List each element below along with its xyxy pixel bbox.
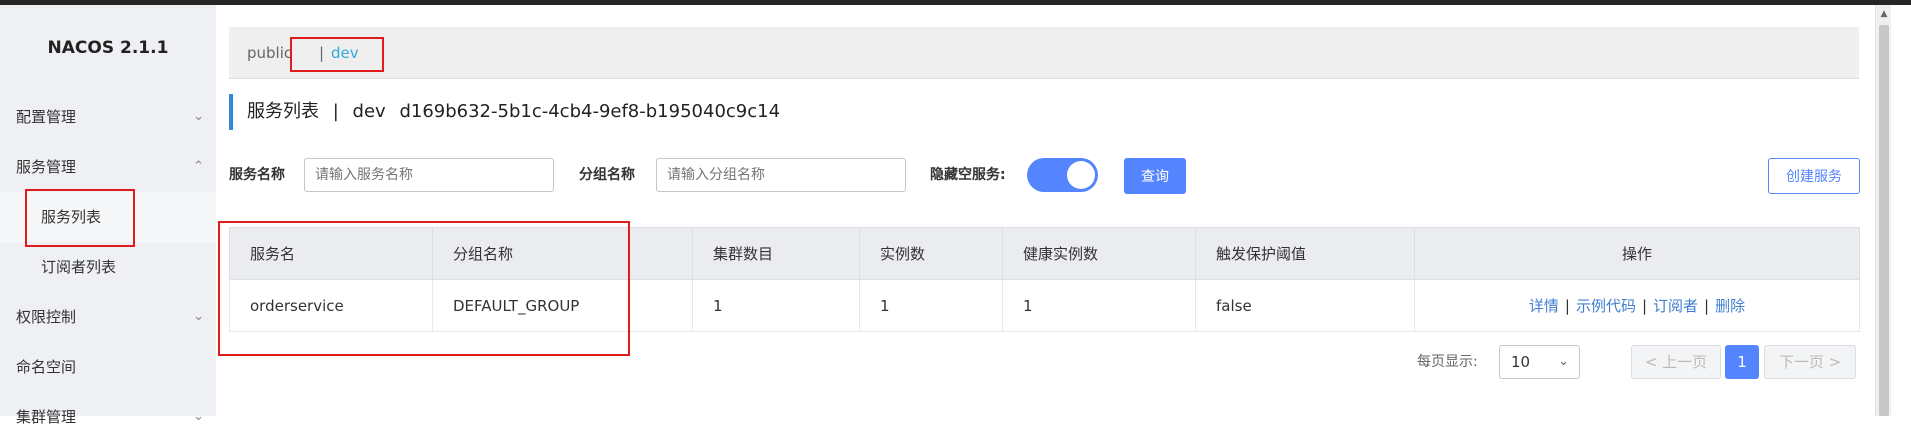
scroll-thumb[interactable] bbox=[1879, 25, 1889, 416]
hide-empty-toggle[interactable] bbox=[1027, 158, 1098, 192]
page-title-text: 服务列表 bbox=[247, 101, 319, 122]
column-header: 健康实例数 bbox=[1002, 227, 1196, 280]
sidebar-item-label: 服务管理 bbox=[16, 158, 77, 176]
cell-cluster-count: 1 bbox=[692, 279, 860, 332]
service-name-label: 服务名称 bbox=[229, 167, 285, 183]
toggle-knob bbox=[1067, 161, 1095, 189]
chevron-down-icon: ⌄ bbox=[193, 309, 204, 324]
sidebar: NACOS 2.1.1 配置管理 ⌄ 服务管理 ⌃ 服务列表 订阅者列表 权限控… bbox=[0, 5, 216, 426]
page-title: 服务列表 | dev d169b632-5b1c-4cb4-9ef8-b1950… bbox=[229, 94, 780, 130]
sidebar-item-label: 订阅者列表 bbox=[41, 258, 117, 276]
sidebar-item-cluster[interactable]: 集群管理 ⌄ bbox=[0, 392, 216, 442]
group-name-input[interactable] bbox=[656, 158, 906, 192]
chevron-right-icon: > bbox=[1823, 353, 1842, 371]
prev-page-label: 上一页 bbox=[1662, 353, 1708, 371]
sidebar-item-label: 配置管理 bbox=[16, 108, 77, 126]
column-header: 服务名 bbox=[229, 227, 433, 280]
chevron-up-icon: ⌃ bbox=[193, 159, 204, 174]
namespace-dev[interactable]: dev bbox=[331, 27, 359, 79]
namespace-bar: public | dev bbox=[229, 27, 1859, 79]
namespace-id: d169b632-5b1c-4cb4-9ef8-b195040c9c14 bbox=[399, 101, 781, 122]
sample-code-link[interactable]: 示例代码 bbox=[1576, 297, 1636, 315]
cell-protect-threshold: false bbox=[1195, 279, 1415, 332]
sidebar-item-config[interactable]: 配置管理 ⌄ bbox=[0, 92, 216, 142]
prev-page-button[interactable]: < 上一页 bbox=[1631, 345, 1721, 379]
cell-operations: 详情 | 示例代码 | 订阅者 | 删除 bbox=[1414, 279, 1860, 332]
op-separator: | bbox=[1704, 297, 1710, 315]
hide-empty-label: 隐藏空服务: bbox=[930, 167, 1006, 183]
chevron-down-icon: ⌄ bbox=[193, 409, 204, 424]
page-size-select[interactable]: 10 ⌄ bbox=[1499, 345, 1580, 379]
sidebar-item-service[interactable]: 服务管理 ⌃ bbox=[0, 142, 216, 192]
cell-instance-count: 1 bbox=[859, 279, 1003, 332]
service-name-input[interactable] bbox=[304, 158, 554, 192]
column-header: 集群数目 bbox=[692, 227, 860, 280]
chevron-left-icon: < bbox=[1644, 353, 1663, 371]
create-service-button[interactable]: 创建服务 bbox=[1768, 158, 1860, 194]
sidebar-item-subscriber-list[interactable]: 订阅者列表 bbox=[0, 242, 216, 292]
chevron-down-icon: ⌄ bbox=[193, 109, 204, 124]
title-separator: | bbox=[332, 101, 339, 122]
namespace-public[interactable]: public bbox=[247, 27, 292, 79]
group-name-label: 分组名称 bbox=[579, 167, 635, 183]
current-page-button[interactable]: 1 bbox=[1725, 345, 1759, 379]
table-row: orderservice DEFAULT_GROUP 1 1 1 false 详… bbox=[229, 279, 1860, 332]
sidebar-item-label: 服务列表 bbox=[41, 208, 102, 226]
chevron-down-icon: ⌄ bbox=[1558, 354, 1569, 369]
main-content: public | dev 服务列表 | dev d169b632-5b1c-4c… bbox=[216, 5, 1871, 416]
column-header: 操作 bbox=[1414, 227, 1860, 280]
next-page-button[interactable]: 下一页 > bbox=[1764, 345, 1856, 379]
sidebar-item-label: 权限控制 bbox=[16, 308, 77, 326]
namespace-name: dev bbox=[352, 101, 386, 122]
subscribers-link[interactable]: 订阅者 bbox=[1653, 297, 1698, 315]
scroll-up-icon[interactable]: ▲ bbox=[1876, 9, 1892, 19]
op-separator: | bbox=[1641, 297, 1648, 315]
sidebar-item-label: 集群管理 bbox=[16, 408, 77, 426]
brand-logo: NACOS 2.1.1 bbox=[47, 38, 169, 58]
details-link[interactable]: 详情 bbox=[1529, 297, 1559, 315]
column-header: 触发保护阈值 bbox=[1195, 227, 1415, 280]
query-button[interactable]: 查询 bbox=[1124, 158, 1186, 194]
next-page-label: 下一页 bbox=[1778, 353, 1824, 371]
op-separator: | bbox=[1564, 297, 1570, 315]
service-table: 服务名 分组名称 集群数目 实例数 健康实例数 触发保护阈值 操作 orders… bbox=[229, 227, 1860, 332]
column-header: 实例数 bbox=[859, 227, 1003, 280]
delete-link[interactable]: 删除 bbox=[1715, 297, 1745, 315]
cell-service-name: orderservice bbox=[229, 279, 433, 332]
column-header: 分组名称 bbox=[432, 227, 693, 280]
table-header-row: 服务名 分组名称 集群数目 实例数 健康实例数 触发保护阈值 操作 bbox=[229, 227, 1860, 280]
cell-healthy-count: 1 bbox=[1002, 279, 1196, 332]
sidebar-item-auth[interactable]: 权限控制 ⌄ bbox=[0, 292, 216, 342]
vertical-scrollbar[interactable]: ▲ bbox=[1875, 5, 1891, 416]
sidebar-item-service-list[interactable]: 服务列表 bbox=[0, 192, 216, 242]
sidebar-item-namespace[interactable]: 命名空间 bbox=[0, 342, 216, 392]
sidebar-item-label: 命名空间 bbox=[16, 358, 77, 376]
cell-group-name: DEFAULT_GROUP bbox=[432, 279, 693, 332]
page-size-value: 10 bbox=[1511, 353, 1531, 371]
namespace-separator: | bbox=[319, 44, 325, 62]
page-size-label: 每页显示: bbox=[1417, 354, 1478, 370]
